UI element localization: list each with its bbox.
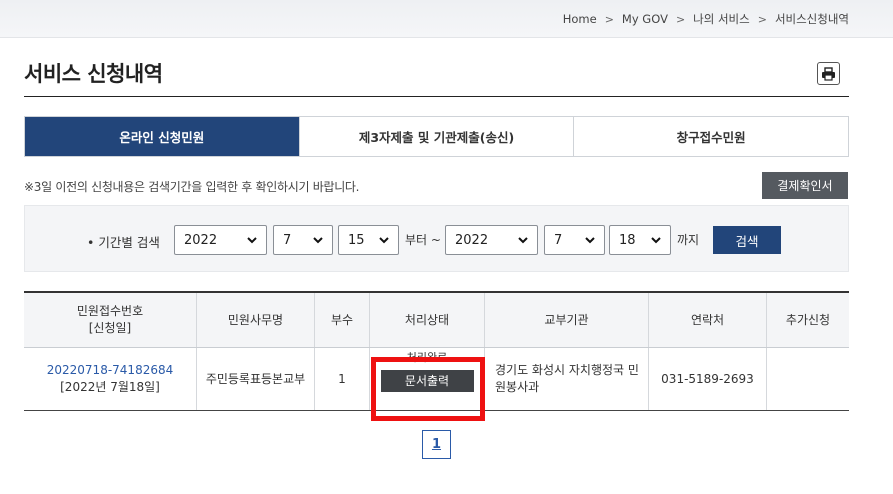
- table-header-row: 민원접수번호 [신청일] 민원사무명 부수 처리상태 교부기관 연락처 추가신청: [24, 293, 849, 348]
- title-divider: [24, 96, 849, 97]
- header-receipt-no: 민원접수번호 [신청일]: [24, 293, 197, 347]
- breadcrumb-home[interactable]: Home: [563, 12, 597, 26]
- service-name-cell: 주민등록표등본교부: [197, 348, 315, 410]
- contact-cell: 031-5189-2693: [649, 348, 767, 410]
- header-copies: 부수: [315, 293, 370, 347]
- highlight-box: [371, 357, 485, 421]
- to-year-select[interactable]: 2022: [445, 225, 538, 255]
- from-year-select[interactable]: 2022: [174, 225, 267, 255]
- breadcrumb-mygov[interactable]: My GOV: [622, 12, 668, 26]
- header-receipt-no-label: 민원접수번호: [76, 304, 144, 318]
- from-year-value: 2022: [184, 232, 218, 248]
- chevron-down-icon: [379, 237, 389, 244]
- printer-icon: [822, 66, 835, 81]
- tab-bar: 온라인 신청민원 제3자제출 및 기관제출(송신) 창구접수민원: [24, 116, 849, 157]
- from-word: 부터 ~: [405, 233, 441, 247]
- breadcrumb-current: 서비스신청내역: [774, 12, 849, 26]
- page-title: 서비스 신청내역: [24, 62, 163, 86]
- copies-cell: 1: [315, 348, 370, 410]
- payment-confirm-button[interactable]: 결제확인서: [762, 172, 848, 199]
- extra-cell: [767, 348, 849, 410]
- breadcrumb: Home > My GOV > 나의 서비스 > 서비스신청내역: [563, 11, 849, 27]
- from-month-value: 7: [283, 232, 292, 248]
- breadcrumb-my-service[interactable]: 나의 서비스: [693, 11, 750, 27]
- chevron-right-icon: >: [757, 12, 767, 26]
- to-month-value: 7: [554, 232, 563, 248]
- header-status: 처리상태: [370, 293, 485, 347]
- print-button[interactable]: [817, 62, 840, 85]
- chevron-right-icon: >: [675, 12, 686, 26]
- from-day-value: 15: [348, 232, 365, 248]
- tab-third-party-submission[interactable]: 제3자제출 및 기관제출(송신): [299, 117, 575, 156]
- tab-counter-applications[interactable]: 창구접수민원: [574, 117, 849, 156]
- top-bar: Home > My GOV > 나의 서비스 > 서비스신청내역: [0, 0, 893, 38]
- search-panel: • 기간별 검색 2022 7 15 부터 ~ 2022 7 18 까지 검색: [24, 205, 849, 272]
- receipt-date: [2022년 7월18일]: [60, 380, 160, 394]
- header-receipt-date-label: [신청일]: [88, 321, 132, 335]
- chevron-right-icon: >: [604, 12, 614, 26]
- search-button[interactable]: 검색: [713, 226, 781, 254]
- to-day-value: 18: [619, 232, 636, 248]
- header-extra: 추가신청: [785, 312, 831, 327]
- to-year-value: 2022: [455, 232, 489, 248]
- chevron-down-icon: [247, 237, 257, 244]
- chevron-down-icon: [585, 237, 595, 244]
- header-agency: 교부기관: [485, 293, 649, 347]
- to-day-select[interactable]: 18: [609, 225, 671, 255]
- receipt-number-link[interactable]: 20220718-74182684: [47, 362, 174, 379]
- agency-cell: 경기도 화성시 자치행정국 민원봉사과: [485, 348, 649, 410]
- chevron-down-icon: [313, 237, 323, 244]
- pagination-page-1[interactable]: 1: [422, 430, 451, 459]
- receipt-cell: 20220718-74182684 [2022년 7월18일]: [24, 348, 197, 410]
- header-service-name: 민원사무명: [197, 293, 315, 347]
- chevron-down-icon: [651, 237, 661, 244]
- header-contact: 연락처: [649, 293, 767, 347]
- to-month-select[interactable]: 7: [544, 225, 605, 255]
- from-month-select[interactable]: 7: [273, 225, 333, 255]
- chevron-down-icon: [518, 237, 528, 244]
- from-day-select[interactable]: 15: [338, 225, 399, 255]
- tab-online-applications[interactable]: 온라인 신청민원: [25, 117, 300, 156]
- search-label: • 기간별 검색: [87, 235, 160, 250]
- to-word: 까지: [677, 233, 700, 247]
- notice-text: ※3일 이전의 신청내용은 검색기간을 입력한 후 확인하시기 바랍니다.: [24, 180, 360, 194]
